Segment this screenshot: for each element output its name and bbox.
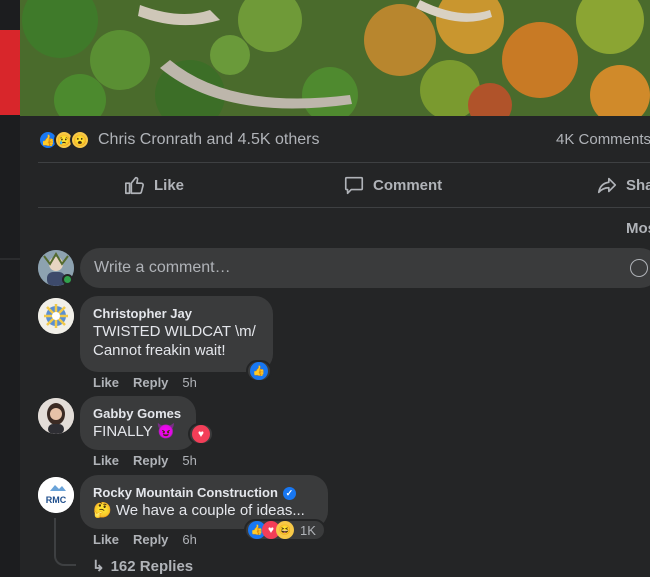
comment-text-line: Cannot freakin wait!: [93, 342, 226, 359]
commenter-avatar[interactable]: [38, 298, 74, 334]
share-label: Share: [626, 176, 650, 194]
comment-actions: Like Reply 6h: [93, 532, 197, 547]
reply-arrow-icon: ↳: [92, 558, 105, 575]
comment-timestamp[interactable]: 5h: [182, 453, 196, 468]
comment-like-link[interactable]: Like: [93, 453, 119, 468]
commenter-avatar[interactable]: [38, 398, 74, 434]
comment-text-line: 🤔 We have a couple of ideas...: [93, 502, 305, 519]
comment-reactions[interactable]: 👍 ♥ 😆 1K: [244, 519, 326, 541]
love-icon: ♥: [192, 425, 210, 443]
haha-icon: 😆: [276, 521, 294, 539]
comment-timestamp[interactable]: 6h: [182, 532, 196, 547]
commenter-name-row: Rocky Mountain Construction ✓: [93, 485, 315, 501]
comment-icon: [344, 176, 364, 195]
comment-bubble: Gabby Gomes FINALLY 😈: [80, 396, 196, 450]
like-label: Like: [154, 176, 185, 194]
comment-button[interactable]: Comment: [343, 174, 442, 196]
comment-actions: Like Reply 5h: [93, 375, 197, 390]
reactions-summary[interactable]: 👍 😢 😮 Chris Cronrath and 4.5K others: [38, 128, 319, 152]
rail-divider: [0, 258, 20, 260]
comment-reactions[interactable]: ♥: [188, 423, 214, 445]
comments-count[interactable]: 4K Comments: [556, 131, 650, 148]
comment-like-link[interactable]: Like: [93, 532, 119, 547]
wow-reaction-icon: 😮: [70, 130, 90, 150]
share-icon: [597, 177, 617, 194]
emoji-icon[interactable]: [630, 259, 648, 277]
thumbs-up-icon: [125, 176, 144, 195]
reactions-summary-text[interactable]: Chris Cronrath and 4.5K others: [98, 131, 319, 149]
comment-reactions[interactable]: 👍: [246, 360, 272, 382]
comment-reply-link[interactable]: Reply: [133, 532, 168, 547]
post-photo[interactable]: [20, 0, 650, 116]
commenter-name[interactable]: Rocky Mountain Construction: [93, 485, 278, 501]
sort-dropdown[interactable]: Most relevant: [626, 220, 650, 237]
view-replies-link[interactable]: ↳ 162 Replies: [92, 557, 194, 576]
comment-reply-link[interactable]: Reply: [133, 453, 168, 468]
commenter-name[interactable]: Christopher Jay: [93, 306, 260, 322]
comment-input[interactable]: Write a comment…: [80, 248, 650, 288]
commenter-name[interactable]: Gabby Gomes: [93, 406, 183, 422]
reaction-count: 1K: [300, 522, 316, 538]
adjacent-image-edge: [0, 30, 20, 115]
replies-label: 162 Replies: [110, 557, 194, 575]
divider: [38, 162, 650, 163]
comment-label: Comment: [373, 176, 443, 194]
comment-bubble: Christopher Jay TWISTED WILDCAT \m/ Cann…: [80, 296, 273, 372]
post-card: 👍 😢 😮 Chris Cronrath and 4.5K others 4K …: [20, 0, 650, 577]
left-rail: [0, 0, 20, 577]
comment-text-line: FINALLY 😈: [93, 423, 176, 440]
share-button[interactable]: Share: [596, 174, 650, 196]
divider: [38, 207, 650, 208]
comment-like-link[interactable]: Like: [93, 375, 119, 390]
rmc-logo-avatar[interactable]: RMC: [38, 477, 74, 513]
online-status-indicator: [62, 274, 73, 285]
like-button[interactable]: Like: [124, 174, 184, 196]
comment-timestamp[interactable]: 5h: [182, 375, 196, 390]
reply-thread-line: [54, 518, 76, 566]
avatar-text: RMC: [46, 495, 67, 505]
like-icon: 👍: [250, 362, 268, 380]
comment-actions: Like Reply 5h: [93, 453, 197, 468]
comment-text-line: TWISTED WILDCAT \m/: [93, 323, 256, 340]
verified-badge-icon: ✓: [282, 486, 296, 500]
comment-reply-link[interactable]: Reply: [133, 375, 168, 390]
